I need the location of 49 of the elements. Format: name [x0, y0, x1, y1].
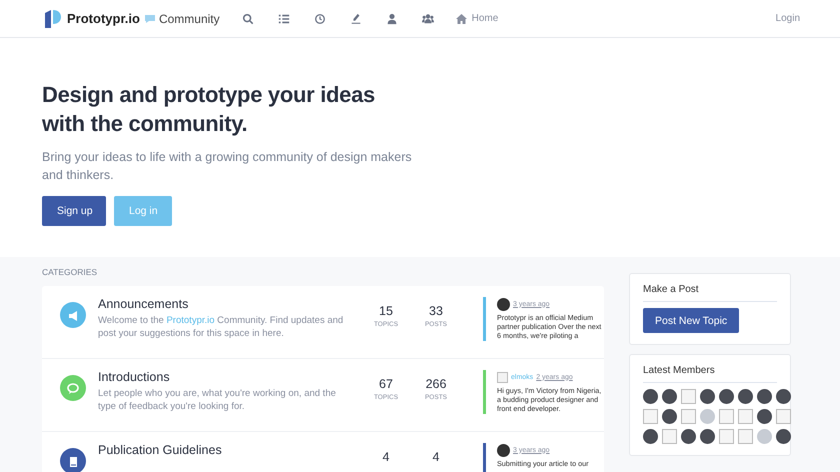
inline-link[interactable]: Prototypr.io: [166, 315, 215, 326]
member-avatar[interactable]: [757, 409, 772, 424]
category-title[interactable]: Publication Guidelines: [98, 443, 356, 457]
member-avatar[interactable]: [662, 409, 677, 424]
category-description: Welcome to the Prototypr.io Community. Find updates and post your suggestions for this space in here.: [98, 314, 344, 340]
list-icon[interactable]: [278, 12, 290, 24]
member-avatar[interactable]: [776, 429, 791, 444]
logo-icon[interactable]: [44, 8, 62, 28]
post-count: 33: [429, 304, 443, 318]
hero-title: Design and prototype your ideas with the community.: [42, 81, 376, 138]
search-icon[interactable]: [242, 12, 254, 24]
member-avatar[interactable]: [757, 389, 772, 404]
post-count: 4: [432, 450, 440, 464]
user-icon[interactable]: [386, 12, 398, 24]
member-avatar[interactable]: [719, 389, 734, 404]
category-description: Let people who you are, what you're working on, and the type of feedback you're looking for.: [98, 387, 337, 413]
avatar[interactable]: [497, 298, 510, 310]
sign-up-button[interactable]: Sign up: [42, 196, 106, 226]
card-title: Make a Post: [643, 284, 777, 302]
section-label: CATEGORIES: [42, 267, 98, 277]
member-avatar[interactable]: [643, 429, 658, 444]
member-avatar[interactable]: [681, 429, 696, 444]
login-link[interactable]: Login: [776, 13, 800, 24]
users-icon[interactable]: [422, 12, 434, 24]
member-avatar[interactable]: [700, 429, 715, 444]
home-link[interactable]: Home: [456, 13, 498, 24]
community-label[interactable]: Community: [158, 12, 220, 26]
member-avatar[interactable]: [662, 389, 677, 404]
brand-name[interactable]: Prototypr.io: [67, 11, 140, 26]
member-avatar[interactable]: [776, 389, 791, 404]
card-title: Latest Members: [643, 365, 777, 383]
category-title[interactable]: Announcements: [98, 297, 356, 311]
topic-count: 67: [379, 377, 393, 391]
avatar[interactable]: [497, 444, 510, 456]
member-avatar[interactable]: [738, 389, 753, 404]
category-title[interactable]: Introductions: [98, 370, 356, 384]
member-avatar[interactable]: [643, 389, 658, 404]
topic-count: 4: [382, 450, 390, 464]
pen-icon[interactable]: [350, 12, 362, 24]
broken-image-icon: [497, 372, 508, 382]
member-avatar[interactable]: [700, 389, 715, 404]
speech-bubble-icon: [144, 14, 156, 24]
clock-icon[interactable]: [314, 12, 326, 24]
hero-subtitle: Bring your ideas to life with a growing community of design makers and thinkers.: [42, 149, 412, 184]
post-new-topic-button[interactable]: Post New Topic: [643, 308, 740, 333]
topic-count: 15: [379, 304, 393, 318]
post-count: 266: [426, 377, 446, 391]
log-in-button[interactable]: Log in: [114, 196, 172, 226]
home-icon: [456, 14, 467, 24]
